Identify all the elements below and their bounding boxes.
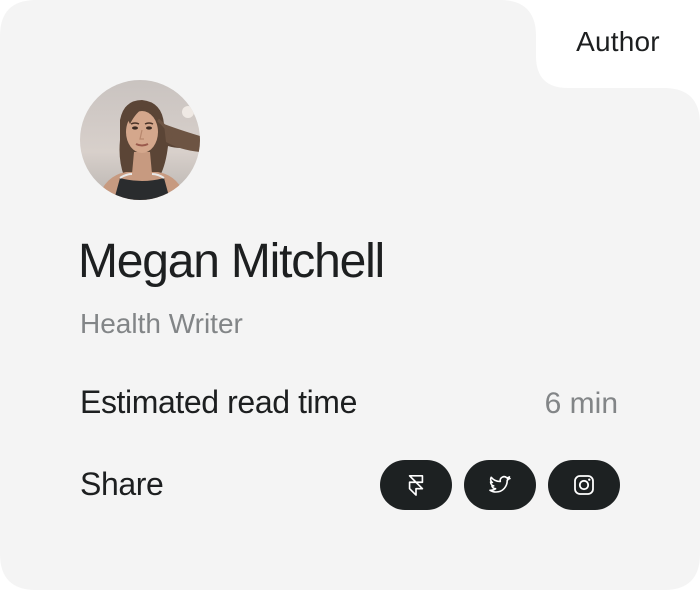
author-name: Megan Mitchell <box>78 235 385 288</box>
instagram-icon <box>574 475 594 495</box>
author-role: Health Writer <box>80 308 243 339</box>
avatar-portrait-image <box>80 80 200 200</box>
share-framer-button[interactable] <box>380 460 452 510</box>
framer-icon <box>408 475 424 496</box>
share-buttons <box>380 460 620 510</box>
share-label: Share <box>80 466 164 502</box>
share-instagram-button[interactable] <box>548 460 620 510</box>
read-time-label: Estimated read time <box>80 384 357 420</box>
author-avatar <box>80 80 200 200</box>
read-time-value: 6 min <box>544 387 618 420</box>
twitter-icon <box>489 475 511 493</box>
author-card-stage: Author Megan Mitchell Health Writer Esti… <box>0 0 700 590</box>
share-twitter-button[interactable] <box>464 460 536 510</box>
author-tab-label: Author <box>576 26 660 57</box>
